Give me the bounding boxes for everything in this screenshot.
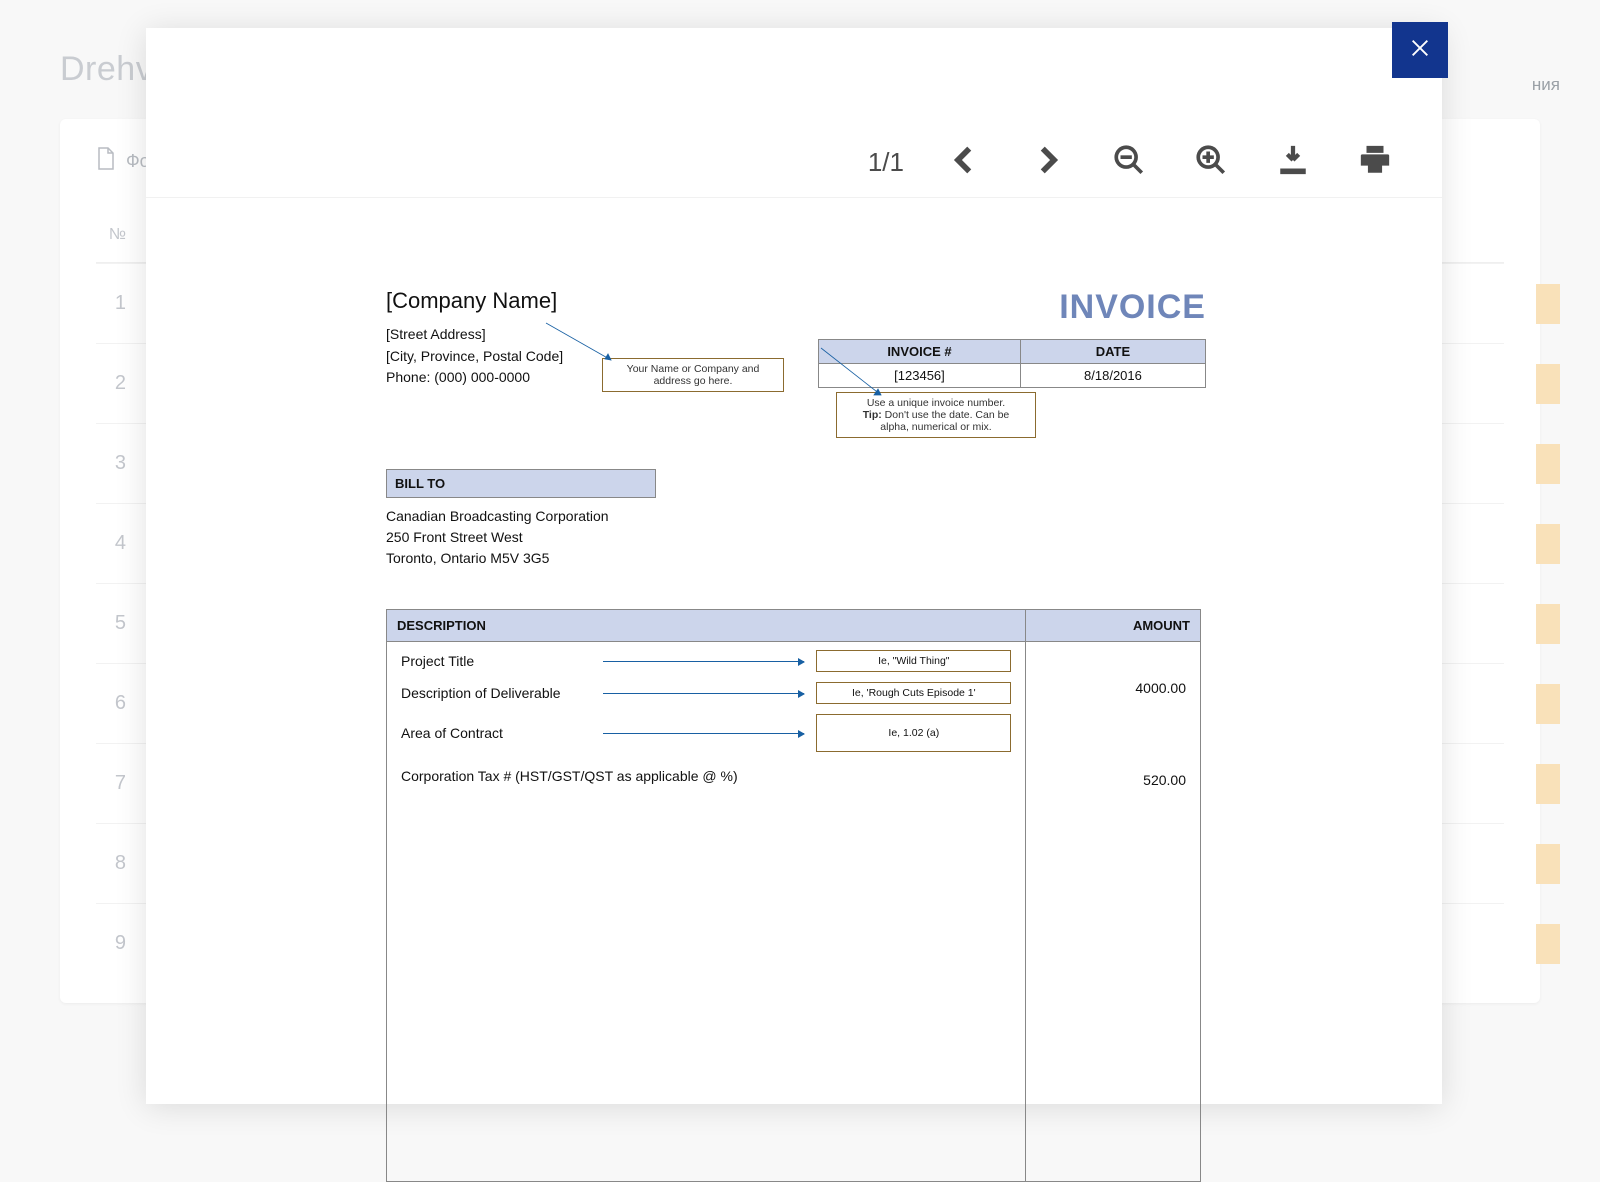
bg-right-fragment: ния <box>1532 75 1560 95</box>
close-icon <box>1409 37 1431 64</box>
chevron-left-icon <box>948 143 982 182</box>
row-num: 7 <box>96 772 126 795</box>
annotation-arrow-icon <box>816 343 896 403</box>
zoom-in-button[interactable] <box>1190 142 1232 184</box>
row-num: 9 <box>96 932 126 955</box>
row-stripe <box>1536 844 1560 884</box>
row-num: 1 <box>96 292 126 315</box>
amount-value: 520.00 <box>1040 772 1186 788</box>
row-stripe <box>1536 604 1560 644</box>
row-stripe <box>1536 764 1560 804</box>
col-num-header: № <box>96 226 126 244</box>
th-description: DESCRIPTION <box>387 610 1026 642</box>
print-icon <box>1358 143 1392 182</box>
td-amount: 4000.00 520.00 <box>1026 642 1201 1182</box>
chevron-right-icon <box>1030 143 1064 182</box>
arrow-right-icon <box>603 661 804 662</box>
bill-to-header: BILL TO <box>386 469 656 498</box>
company-phone: Phone: (000) 000-0000 <box>386 367 563 389</box>
prev-page-button[interactable] <box>944 142 986 184</box>
next-page-button[interactable] <box>1026 142 1068 184</box>
row-stripe <box>1536 284 1560 324</box>
row-stripe <box>1536 924 1560 964</box>
row-num: 6 <box>96 692 126 715</box>
print-button[interactable] <box>1354 142 1396 184</box>
line-label: Description of Deliverable <box>401 685 591 701</box>
file-icon <box>96 147 116 176</box>
line-label: Area of Contract <box>401 725 591 741</box>
arrow-right-icon <box>603 693 804 694</box>
company-street: [Street Address] <box>386 324 563 346</box>
line-hint: Ie, "Wild Thing" <box>816 650 1011 672</box>
row-num: 3 <box>96 452 126 475</box>
row-num: 2 <box>96 372 126 395</box>
download-button[interactable] <box>1272 142 1314 184</box>
row-stripe <box>1536 684 1560 724</box>
td-date: 8/18/2016 <box>1020 364 1205 388</box>
line-hint: Ie, 1.02 (a) <box>816 714 1011 752</box>
arrow-right-icon <box>603 733 804 734</box>
row-stripe <box>1536 364 1560 404</box>
annotation-arrow-icon <box>541 318 621 368</box>
company-city: [City, Province, Postal Code] <box>386 346 563 368</box>
line-hint: Ie, 'Rough Cuts Episode 1' <box>816 682 1011 704</box>
bill-to-line: Canadian Broadcasting Corporation <box>386 506 1206 527</box>
bill-to-line: Toronto, Ontario M5V 3G5 <box>386 548 1206 569</box>
close-button[interactable] <box>1392 22 1448 78</box>
row-stripe <box>1536 524 1560 564</box>
document-page: [Company Name] [Street Address] [City, P… <box>346 228 1246 1078</box>
description-table: DESCRIPTION AMOUNT Project Title Ie, "Wi… <box>386 609 1201 1182</box>
th-amount: AMOUNT <box>1026 610 1201 642</box>
td-description: Project Title Ie, "Wild Thing" Descripti… <box>387 642 1026 1182</box>
zoom-out-button[interactable] <box>1108 142 1150 184</box>
tax-line: Corporation Tax # (HST/GST/QST as applic… <box>401 768 1011 784</box>
invoice-title: INVOICE <box>806 288 1206 327</box>
row-num: 4 <box>96 532 126 555</box>
company-name: [Company Name] <box>386 288 563 314</box>
amount-value: 4000.00 <box>1040 680 1186 696</box>
row-stripe <box>1536 444 1560 484</box>
th-date: DATE <box>1020 340 1205 364</box>
annotation-company: Your Name or Company and address go here… <box>602 358 784 392</box>
row-num: 5 <box>96 612 126 635</box>
preview-modal: 1/1 [Company Name] [Street Address] <box>146 28 1442 1104</box>
zoom-in-icon <box>1194 143 1228 182</box>
row-num: 8 <box>96 852 126 875</box>
download-icon <box>1276 143 1310 182</box>
line-label: Project Title <box>401 653 591 669</box>
zoom-out-icon <box>1112 143 1146 182</box>
page-counter: 1/1 <box>868 147 904 178</box>
bill-to-line: 250 Front Street West <box>386 527 1206 548</box>
viewer-toolbar: 1/1 <box>146 128 1442 198</box>
